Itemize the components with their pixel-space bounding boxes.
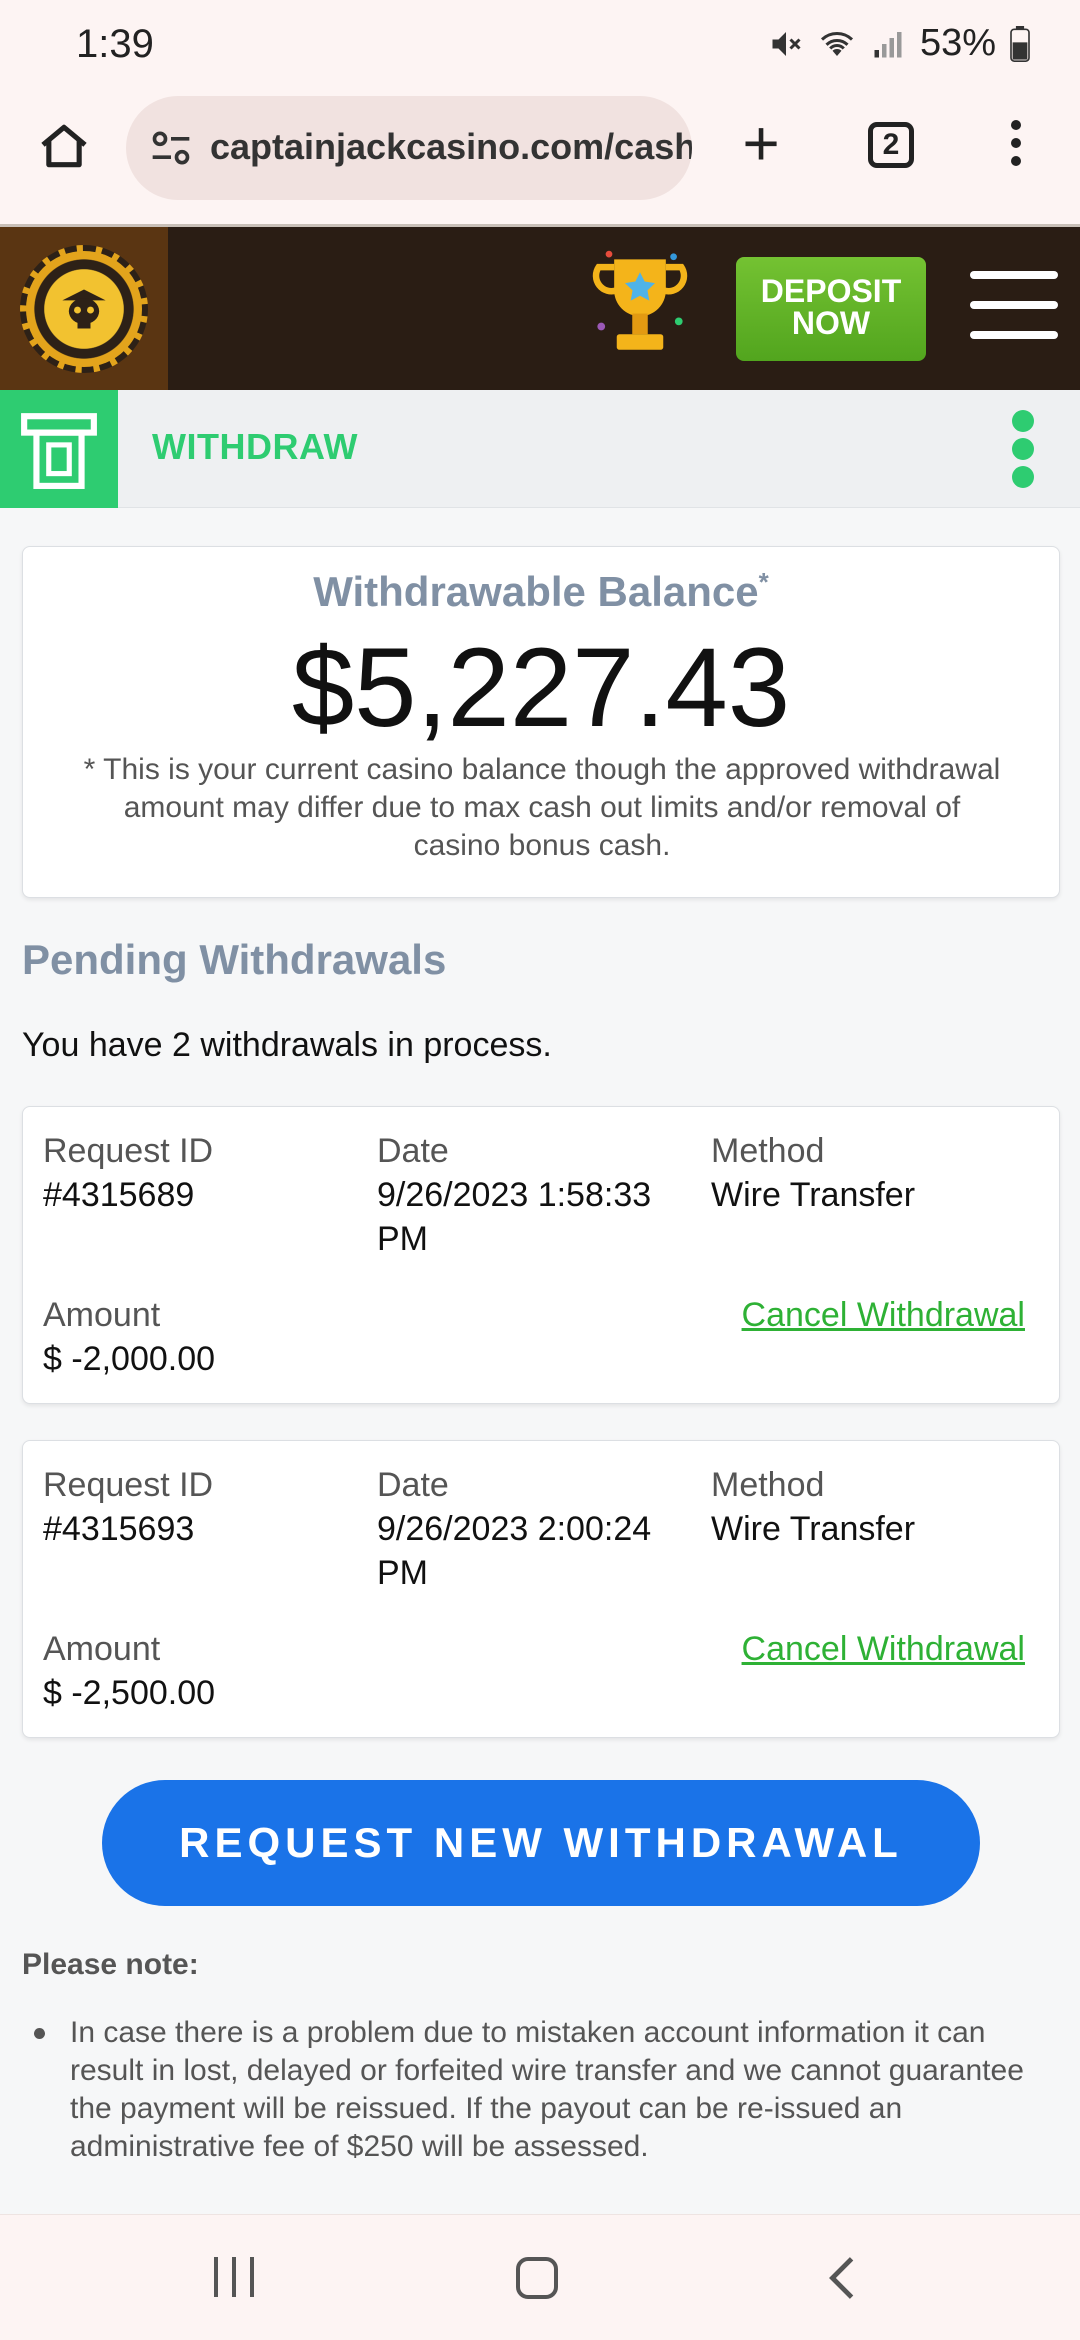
mute-icon xyxy=(772,31,801,56)
system-nav-bar xyxy=(0,2214,1080,2340)
atm-tile xyxy=(0,390,118,508)
atm-icon xyxy=(21,413,97,489)
method-value: Wire Transfer xyxy=(711,1176,916,1214)
status-time: 1:39 xyxy=(76,22,154,66)
deposit-now-button[interactable]: DEPOSIT NOW xyxy=(736,257,926,361)
method-value: Wire Transfer xyxy=(711,1510,916,1548)
request-id-column: Request ID #4315689 xyxy=(43,1129,363,1217)
amount-value: $ -2,000.00 xyxy=(43,1340,216,1378)
amount-value: $ -2,500.00 xyxy=(43,1674,216,1712)
battery-percentage: 53% xyxy=(919,22,996,64)
browser-menu-icon[interactable] xyxy=(1008,120,1024,174)
trophy-icon[interactable] xyxy=(588,249,692,373)
status-icons: 53% xyxy=(768,22,1030,65)
balance-amount: $5,227.43 xyxy=(291,625,791,750)
address-bar[interactable]: captainjackcasino.com/cashie xyxy=(126,96,692,200)
tabs-button[interactable]: 2 xyxy=(868,122,914,168)
pending-withdrawals-title: Pending Withdrawals xyxy=(22,936,447,983)
balance-card: Withdrawable Balance* $5,227.43 * This i… xyxy=(22,546,1060,898)
url-text[interactable]: captainjackcasino.com/cashie xyxy=(210,126,692,168)
withdraw-section-header: WITHDRAW xyxy=(0,390,1080,508)
request-id-column: Request ID #4315693 xyxy=(43,1463,363,1551)
site-settings-icon[interactable] xyxy=(148,126,194,170)
casino-logo[interactable] xyxy=(0,227,168,391)
wifi-icon xyxy=(820,31,853,56)
back-icon[interactable] xyxy=(822,2255,862,2301)
cancel-withdrawal-link[interactable]: Cancel Withdrawal xyxy=(742,1293,1025,1337)
date-value: 9/26/2023 2:00:24 PM xyxy=(377,1510,652,1592)
request-id-value: #4315693 xyxy=(43,1510,195,1548)
balance-label: Withdrawable Balance* xyxy=(23,567,1059,616)
recent-apps-icon[interactable] xyxy=(214,2257,254,2297)
deposit-label-line2: NOW xyxy=(791,305,871,341)
balance-note: * This is your current casino balance th… xyxy=(83,753,1001,862)
browser-toolbar: captainjackcasino.com/cashie + 2 xyxy=(0,92,1080,224)
withdraw-title: WITHDRAW xyxy=(152,426,358,467)
method-column: Method Wire Transfer xyxy=(711,1463,1041,1551)
note-list: In case there is a problem due to mistak… xyxy=(22,2014,1032,2198)
method-label: Method xyxy=(711,1132,825,1170)
hamburger-menu-icon[interactable] xyxy=(970,271,1058,343)
method-label: Method xyxy=(711,1466,825,1504)
request-id-value: #4315689 xyxy=(43,1176,195,1214)
request-id-label: Request ID xyxy=(43,1466,214,1504)
date-value: 9/26/2023 1:58:33 PM xyxy=(377,1176,652,1258)
method-column: Method Wire Transfer xyxy=(711,1129,1041,1217)
pirate-skull-icon xyxy=(62,289,106,329)
cancel-withdrawal-link[interactable]: Cancel Withdrawal xyxy=(742,1627,1025,1671)
amount-block: Amount $ -2,000.00 xyxy=(43,1293,215,1381)
note-title: Please note: xyxy=(22,1948,199,1981)
home-nav-icon[interactable] xyxy=(516,2257,558,2299)
deposit-label-line1: DEPOSIT xyxy=(760,273,902,309)
withdrawal-card: Request ID #4315693 Date 9/26/2023 2:00:… xyxy=(22,1440,1060,1738)
battery-icon xyxy=(1010,25,1030,62)
amount-label: Amount xyxy=(43,1296,161,1334)
status-bar: 1:39 53% xyxy=(0,0,1080,92)
amount-label: Amount xyxy=(43,1630,161,1668)
note-item: In case there is a problem due to mistak… xyxy=(22,2014,1032,2166)
date-label: Date xyxy=(377,1132,449,1170)
balance-label-text: Withdrawable Balance xyxy=(313,568,759,615)
site-header: DEPOSIT NOW xyxy=(0,224,1080,391)
date-label: Date xyxy=(377,1466,449,1504)
request-new-withdrawal-button[interactable]: REQUEST NEW WITHDRAWAL xyxy=(102,1780,980,1906)
date-column: Date 9/26/2023 2:00:24 PM xyxy=(377,1463,697,1595)
date-column: Date 9/26/2023 1:58:33 PM xyxy=(377,1129,697,1261)
new-tab-button[interactable]: + xyxy=(736,111,786,175)
home-icon[interactable] xyxy=(36,118,92,174)
request-id-label: Request ID xyxy=(43,1132,214,1170)
kebab-menu-icon[interactable] xyxy=(1012,410,1036,490)
signal-icon xyxy=(874,31,902,57)
withdrawal-card: Request ID #4315689 Date 9/26/2023 1:58:… xyxy=(22,1106,1060,1404)
balance-label-asterisk: * xyxy=(758,567,769,597)
pending-count-text: You have 2 withdrawals in process. xyxy=(22,1026,552,1064)
amount-block: Amount $ -2,500.00 xyxy=(43,1627,215,1715)
